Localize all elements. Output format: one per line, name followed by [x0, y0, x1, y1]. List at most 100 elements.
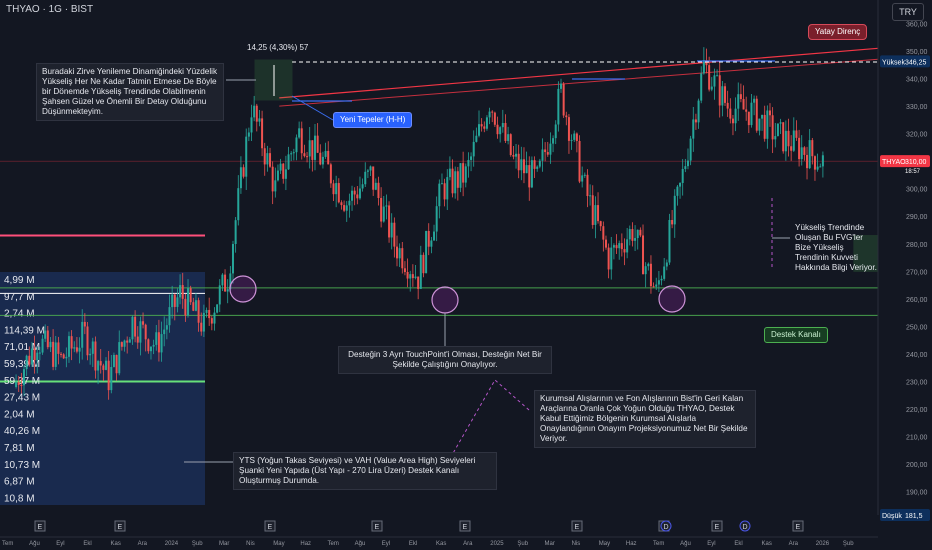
candle-body — [488, 111, 491, 118]
x-tick-label: Mar — [545, 541, 555, 547]
candle-body — [597, 205, 600, 222]
x-tick-label: Mar — [219, 541, 229, 547]
candle-body — [755, 98, 758, 131]
y-tick-label: 270,00 — [906, 269, 928, 276]
x-tick-label: 2024 — [165, 541, 179, 547]
candle-body — [49, 341, 52, 348]
candle-body — [626, 239, 629, 253]
x-tick-label: 2025 — [490, 541, 504, 547]
candle-body — [165, 325, 168, 330]
candle-body — [766, 110, 769, 139]
x-tick-label: Şub — [517, 541, 528, 547]
volume-profile-label: 10,8 M — [4, 493, 35, 504]
candle-body — [308, 140, 311, 157]
candle-body — [369, 166, 372, 171]
candle-body — [517, 153, 520, 171]
candle-body — [266, 153, 269, 165]
candle-body — [107, 360, 110, 391]
x-tick-label: Kas — [436, 541, 446, 547]
chart-stage[interactable]: 4,99 M 97,7 M 2,74 M 114,39 M 71,01 M 59,39 M… — [0, 0, 932, 550]
volume-profile-label: 4,99 M — [4, 275, 35, 286]
candle-body — [395, 246, 398, 259]
candle-body — [800, 147, 803, 160]
candle-body — [615, 245, 618, 249]
candle-body — [105, 360, 108, 370]
candle-body — [512, 155, 515, 157]
candle-body — [493, 112, 496, 125]
candle-body — [385, 205, 388, 207]
candle-body — [15, 382, 18, 387]
candle-body — [91, 341, 94, 354]
resistance-trendline-inner — [279, 58, 879, 107]
candle-body — [99, 361, 102, 366]
candle-body — [300, 128, 303, 154]
peak-connector — [291, 95, 334, 121]
candle-body — [533, 160, 536, 169]
x-tick-label: Ağu — [680, 541, 691, 547]
candle-body — [97, 361, 100, 371]
candle-body — [181, 285, 184, 299]
candle-body — [86, 326, 89, 356]
candle-body — [448, 168, 451, 178]
candle-body — [337, 183, 340, 203]
candle-body — [361, 184, 364, 189]
candle-body — [454, 171, 457, 194]
candle-body — [607, 247, 610, 270]
candle-body — [480, 124, 483, 127]
measure-label: 14,25 (4,30%) 57 — [247, 43, 309, 52]
event-marker-label: E — [118, 524, 123, 531]
candle-body — [210, 318, 213, 324]
candle-body — [496, 124, 499, 135]
volume-profile-label: 40,26 M — [4, 426, 40, 437]
candle-body — [739, 94, 742, 100]
candle-body — [163, 329, 166, 335]
candle-body — [353, 190, 356, 195]
candle-body — [647, 263, 650, 267]
candle-body — [657, 280, 660, 285]
candle-body — [239, 167, 242, 189]
candle-body — [758, 118, 761, 131]
x-tick-label: Ara — [789, 541, 799, 547]
candle-body — [142, 321, 145, 325]
current-timer: 18:57 — [905, 169, 921, 175]
candle-body — [771, 115, 774, 140]
x-tick-label: Tem — [328, 541, 339, 547]
candle-body — [467, 159, 470, 167]
candle-body — [750, 102, 753, 126]
candle-body — [581, 175, 584, 182]
candle-body — [708, 65, 711, 90]
candle-body — [321, 156, 324, 165]
currency-button[interactable]: TRY — [892, 3, 924, 21]
candle-body — [115, 354, 118, 374]
candle-body — [700, 73, 703, 101]
candle-body — [123, 340, 126, 347]
candle-body — [522, 159, 525, 174]
event-marker: E — [792, 520, 804, 532]
x-tick-label: Ekl — [409, 541, 417, 547]
y-tick-label: 240,00 — [906, 352, 928, 359]
candle-body — [284, 169, 287, 179]
candle-body — [649, 263, 652, 287]
x-tick-label: Ara — [138, 541, 148, 547]
candle-body — [398, 248, 401, 259]
x-tick-label: Haz — [626, 541, 637, 547]
candle-body — [247, 132, 250, 137]
candle-body — [81, 321, 84, 348]
candle-body — [192, 302, 195, 311]
note-connector — [451, 379, 530, 456]
candle-body — [245, 136, 248, 177]
resistance-trendline — [279, 47, 879, 99]
candle-body — [737, 94, 740, 109]
candle-body — [78, 347, 81, 352]
candle-body — [118, 342, 121, 374]
candle-body — [374, 182, 377, 190]
candle-body — [279, 163, 282, 171]
candle-body — [515, 153, 518, 157]
event-marker: E — [459, 520, 471, 532]
candle-body — [287, 154, 290, 170]
candle-body — [36, 352, 39, 361]
candle-body — [403, 268, 406, 273]
x-tick-label: May — [599, 541, 610, 547]
candle-body — [126, 340, 129, 343]
candle-body — [303, 153, 306, 157]
